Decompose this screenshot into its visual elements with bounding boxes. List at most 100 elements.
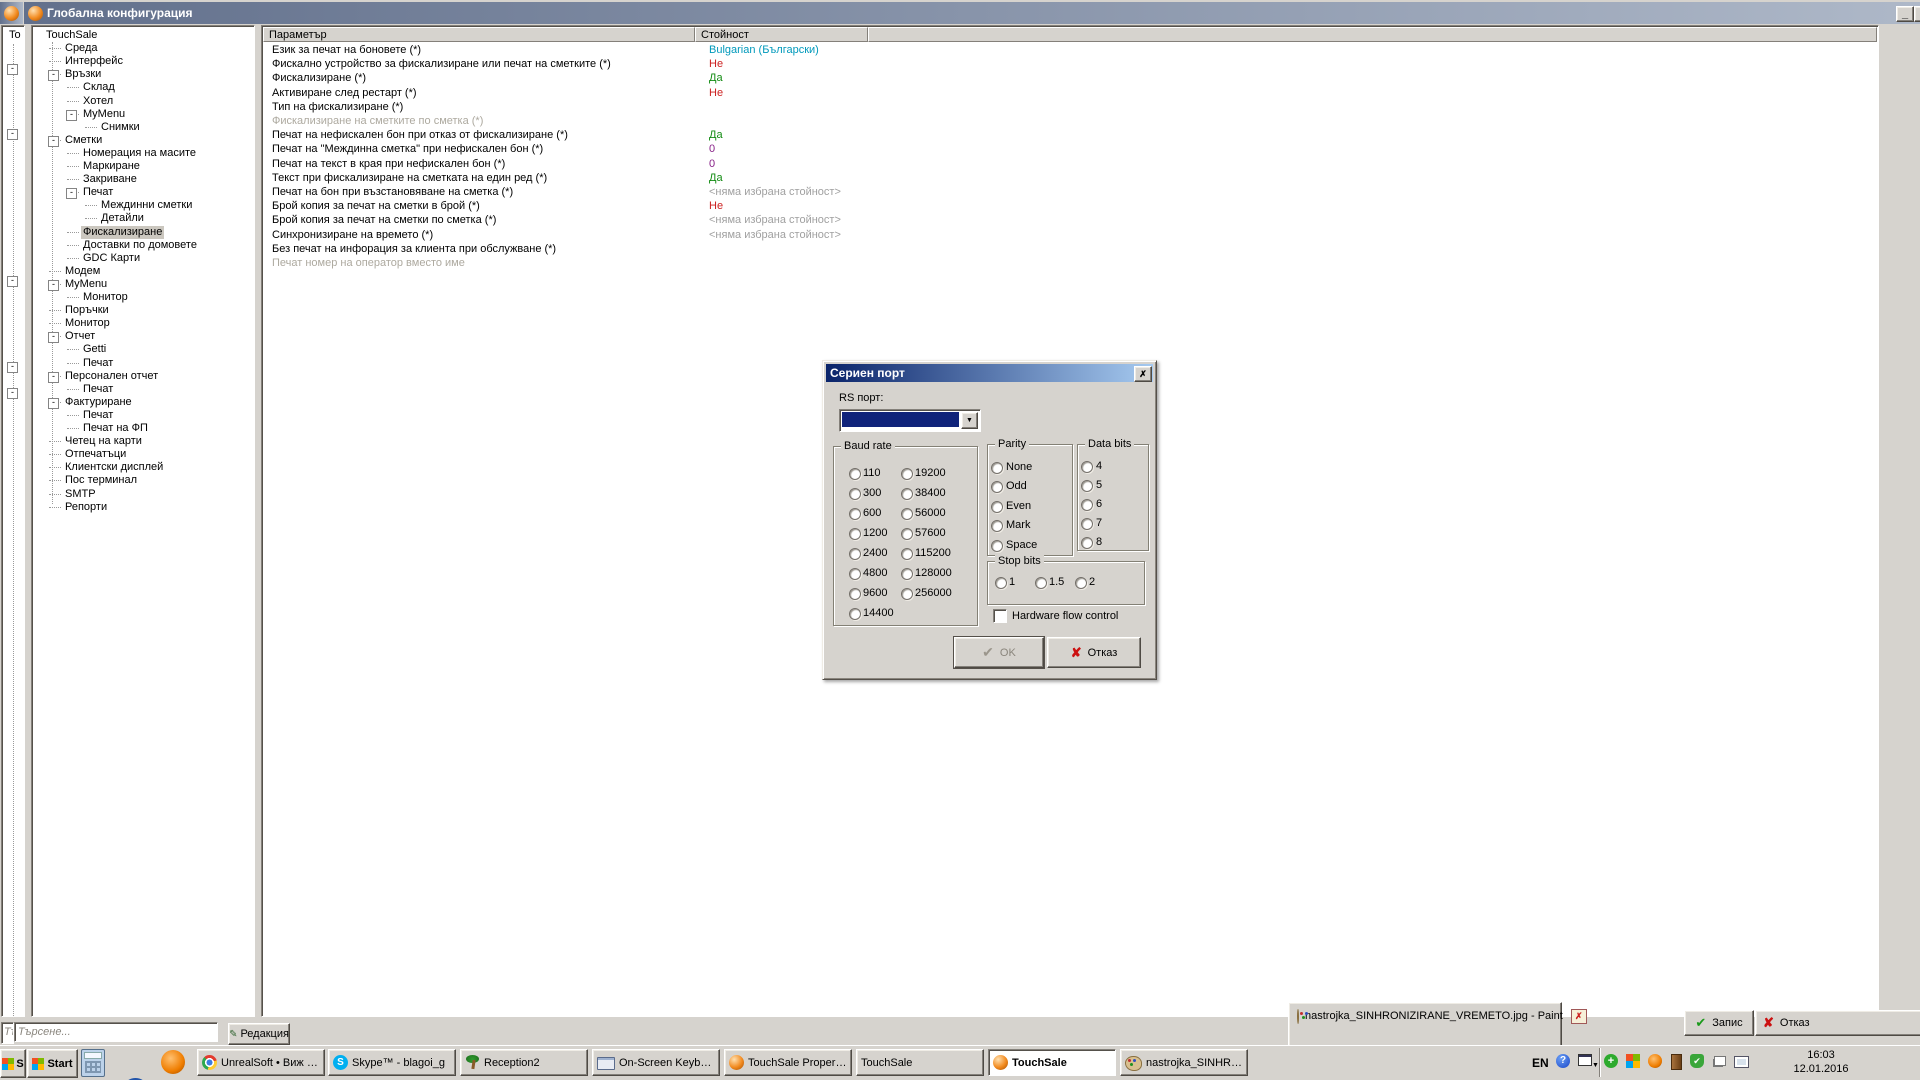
baud-115200-radio[interactable] <box>901 548 913 560</box>
paint-window-titlebar[interactable]: nastrojka_SINHRONIZIRANE_VREMETO.jpg - P… <box>1288 1002 1562 1047</box>
tree-item[interactable]: Детайли <box>99 212 146 225</box>
tree-expander[interactable]: - <box>7 276 18 287</box>
tree-expander[interactable]: - <box>66 110 77 121</box>
tree-item[interactable]: Модем <box>63 265 102 278</box>
tree-item[interactable]: Интерфейс <box>63 55 125 68</box>
stopbits-2-radio[interactable] <box>1075 577 1087 589</box>
baud-56000-radio[interactable] <box>901 508 913 520</box>
tree-expander[interactable]: - <box>48 398 59 409</box>
parity-none-radio[interactable] <box>991 462 1003 474</box>
param-row[interactable]: Фискално устройство за фискализиране или… <box>263 58 1877 72</box>
parity-space-radio[interactable] <box>991 540 1003 552</box>
taskbar-task-6[interactable]: TouchSale <box>856 1049 984 1076</box>
tree-item[interactable]: Маркиране <box>81 160 142 173</box>
param-row[interactable]: Език за печат на боновете (*)Bulgarian (… <box>263 44 1877 58</box>
stopbits-1-radio[interactable] <box>995 577 1007 589</box>
databits-4-radio[interactable] <box>1081 461 1093 473</box>
tree-expander[interactable]: - <box>66 188 77 199</box>
behind-search-input-fragment[interactable]: Тъ <box>1 1022 14 1044</box>
baud-38400-radio[interactable] <box>901 488 913 500</box>
tree-item[interactable]: Снимки <box>99 121 142 134</box>
ok-button[interactable]: ✔ OK <box>954 637 1044 668</box>
tree-expander[interactable]: - <box>48 70 59 81</box>
databits-6-radio[interactable] <box>1081 499 1093 511</box>
tree-item[interactable]: Пос терминал <box>63 474 139 487</box>
dialog-cancel-button[interactable]: ✘ Отказ <box>1047 637 1141 668</box>
databits-7-radio[interactable] <box>1081 518 1093 530</box>
search-input[interactable] <box>14 1022 218 1042</box>
combobox-dropdown-button[interactable]: ▼ <box>961 412 978 429</box>
tree-item[interactable]: GDC Карти <box>81 252 142 265</box>
calculator-quicklaunch-icon[interactable] <box>81 1049 105 1077</box>
baud-1200-radio[interactable] <box>849 528 861 540</box>
param-row[interactable]: Фискализиране на сметките по сметка (*) <box>263 115 1877 129</box>
green-plus-tray-icon[interactable]: + <box>1604 1054 1618 1068</box>
tree-item[interactable]: MyMenu <box>81 108 127 121</box>
tree-item[interactable]: MyMenu <box>63 278 109 291</box>
tree-item[interactable]: Печат на ФП <box>81 422 150 435</box>
parity-odd-radio[interactable] <box>991 481 1003 493</box>
tree-expander[interactable]: - <box>7 129 18 140</box>
baud-300-radio[interactable] <box>849 488 861 500</box>
tree-expander[interactable]: - <box>48 332 59 343</box>
param-row[interactable]: Печат на "Междинна сметка" при нефискале… <box>263 143 1877 157</box>
flag-tray-icon[interactable] <box>1714 1056 1726 1066</box>
baud-19200-radio[interactable] <box>901 468 913 480</box>
param-row[interactable]: Брой копия за печат на сметки в брой (*)… <box>263 200 1877 214</box>
param-row[interactable]: Без печат на инфорация за клиента при об… <box>263 243 1877 257</box>
tree-item[interactable]: Четец на карти <box>63 435 144 448</box>
tree-expander[interactable]: - <box>7 388 18 399</box>
baud-14400-radio[interactable] <box>849 608 861 620</box>
param-row[interactable]: Синхронизиране на времето (*)<няма избра… <box>263 229 1877 243</box>
column-header-parameter[interactable]: Параметър <box>263 27 695 42</box>
taskbar-task-8[interactable]: nastrojka_SINHRONI... <box>1120 1049 1248 1076</box>
taskbar-task-5[interactable]: TouchSale Properties <box>724 1049 852 1076</box>
stopbits-1.5-radio[interactable] <box>1035 577 1047 589</box>
maximize-button[interactable] <box>1914 6 1920 22</box>
baud-600-radio[interactable] <box>849 508 861 520</box>
tree-item[interactable]: Поръчки <box>63 304 111 317</box>
taskbar-task-7[interactable]: TouchSale <box>988 1049 1116 1076</box>
tree-item[interactable]: Репорти <box>63 501 109 514</box>
tree-expander[interactable]: - <box>48 280 59 291</box>
tree-item[interactable]: Монитор <box>63 317 112 330</box>
tree-item[interactable]: Клиентски дисплей <box>63 461 165 474</box>
param-row[interactable]: Печат на бон при възстановяване на сметк… <box>263 186 1877 200</box>
param-row[interactable]: Фискализиране (*)Да <box>263 72 1877 86</box>
tree-item[interactable]: Фактуриране <box>63 396 134 409</box>
baud-4800-radio[interactable] <box>849 568 861 580</box>
dialog-titlebar[interactable]: Сериен порт <box>826 364 1153 382</box>
tree-item[interactable]: Междинни сметки <box>99 199 194 212</box>
paint-close-button[interactable]: ✗ <box>1571 1009 1587 1024</box>
tree-item[interactable]: Номерация на масите <box>81 147 198 160</box>
param-row[interactable]: Печат на текст в края при нефискален бон… <box>263 158 1877 172</box>
taskbar-task-2[interactable]: SSkype™ - blagoi_g <box>328 1049 456 1076</box>
tree-expander[interactable]: - <box>7 362 18 373</box>
tree-item[interactable]: Фискализиране <box>81 226 164 239</box>
dialog-close-button[interactable]: ✗ <box>1134 366 1152 382</box>
tree-item[interactable]: Getti <box>81 343 108 356</box>
tree-item[interactable]: Монитор <box>81 291 130 304</box>
tree-item[interactable]: Печат <box>81 383 115 396</box>
param-row[interactable]: Текст при фискализиране на сметката на е… <box>263 172 1877 186</box>
edit-button[interactable]: ✎ Редакция <box>228 1023 290 1045</box>
param-row[interactable]: Печат номер на оператор вместо име <box>263 257 1877 271</box>
main-window-titlebar[interactable]: Глобална конфигурация <box>24 2 1920 24</box>
hardware-flow-control-checkbox[interactable] <box>993 609 1007 623</box>
column-header-value[interactable]: Стойност <box>695 27 868 42</box>
orange-swirl-quicklaunch-icon[interactable] <box>161 1050 185 1074</box>
rs-port-combobox[interactable]: ▼ <box>839 409 981 432</box>
tree-item[interactable]: TouchSale <box>44 29 99 42</box>
windows-tray-icon[interactable] <box>1626 1054 1640 1068</box>
tree-expander[interactable]: - <box>7 64 18 75</box>
parity-mark-radio[interactable] <box>991 520 1003 532</box>
tree-item[interactable]: SMTP <box>63 488 98 501</box>
tree-expander[interactable]: - <box>48 136 59 147</box>
tree-item[interactable]: Хотел <box>81 95 115 108</box>
brown-app-tray-icon[interactable] <box>1671 1054 1682 1070</box>
minimize-button[interactable]: _ <box>1896 6 1914 22</box>
tree-item[interactable]: Печат <box>81 409 115 422</box>
cancel-button[interactable]: ✘ Отказ <box>1755 1010 1920 1036</box>
baud-2400-radio[interactable] <box>849 548 861 560</box>
taskbar-task-3[interactable]: Reception2 <box>460 1049 588 1076</box>
